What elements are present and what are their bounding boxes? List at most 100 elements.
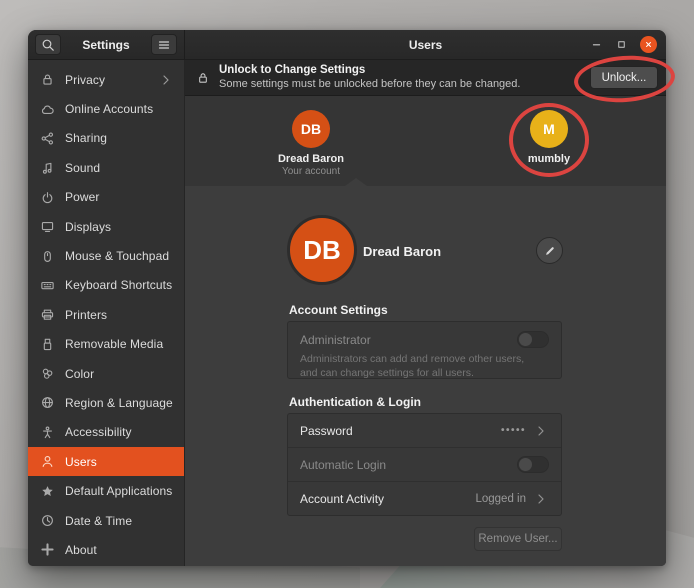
password-value: ••••• xyxy=(501,425,526,436)
sidebar-item-label: Displays xyxy=(65,220,174,234)
sidebar-item-label: Sharing xyxy=(65,131,174,145)
globe-icon xyxy=(40,395,55,410)
sidebar-item-label: Mouse & Touchpad xyxy=(65,249,174,263)
sidebar-item-privacy[interactable]: Privacy xyxy=(28,65,184,94)
chevron-right-icon xyxy=(533,491,549,507)
power-icon xyxy=(40,190,55,205)
sidebar-item-power[interactable]: Power xyxy=(28,183,184,212)
sidebar-item-label: Privacy xyxy=(65,73,148,87)
titlebar[interactable]: Settings Users xyxy=(28,30,666,60)
color-icon xyxy=(40,366,55,381)
sidebar-item-label: Power xyxy=(65,190,174,204)
accessibility-icon xyxy=(40,425,55,440)
edit-name-button[interactable] xyxy=(536,237,563,264)
unlock-banner-title: Unlock to Change Settings xyxy=(219,63,581,77)
sidebar-item-label: About xyxy=(65,543,174,557)
remove-user-button[interactable]: Remove User... xyxy=(474,527,562,551)
panel-header: Users xyxy=(185,30,666,59)
app-title: Settings xyxy=(82,38,129,52)
plus-icon xyxy=(40,542,55,557)
sidebar-item-color[interactable]: Color xyxy=(28,359,184,388)
carousel-user-mumbly[interactable]: M mumbly xyxy=(489,110,609,165)
user-detail: DB Dread Baron Account Settings Administ… xyxy=(185,186,666,566)
share-icon xyxy=(40,131,55,146)
automatic-login-toggle[interactable] xyxy=(517,456,549,473)
account-activity-value: Logged in xyxy=(475,493,526,505)
mouse-icon xyxy=(40,249,55,264)
password-label: Password xyxy=(300,424,353,438)
user-carousel: DB Dread Baron Your account M mumbly xyxy=(185,96,666,186)
account-activity-row[interactable]: Account Activity Logged in xyxy=(288,482,561,515)
sidebar-item-displays[interactable]: Displays xyxy=(28,212,184,241)
unlock-banner-subtitle: Some settings must be unlocked before th… xyxy=(219,78,581,92)
avatar: DB xyxy=(292,110,330,148)
search-icon xyxy=(40,37,56,53)
close-button[interactable] xyxy=(640,36,657,53)
sidebar-item-date-time[interactable]: Date & Time xyxy=(28,506,184,535)
sidebar-item-label: Region & Language xyxy=(65,396,174,410)
sidebar: Privacy Online Accounts Sharing Sound Power D… xyxy=(28,60,185,566)
sidebar-item-label: Online Accounts xyxy=(65,102,174,116)
star-icon xyxy=(40,484,55,499)
search-button[interactable] xyxy=(35,34,61,55)
carousel-user-dread-baron[interactable]: DB Dread Baron Your account xyxy=(251,110,371,177)
display-icon xyxy=(40,219,55,234)
sidebar-item-accessibility[interactable]: Accessibility xyxy=(28,418,184,447)
chevron-right-icon xyxy=(533,423,549,439)
sidebar-item-label: Keyboard Shortcuts xyxy=(65,278,174,292)
sidebar-item-sound[interactable]: Sound xyxy=(28,153,184,182)
sidebar-item-default-applications[interactable]: Default Applications xyxy=(28,476,184,505)
avatar: M xyxy=(530,110,568,148)
sidebar-item-about[interactable]: About xyxy=(28,535,184,564)
user-name: Dread Baron xyxy=(251,153,371,165)
sidebar-item-label: Color xyxy=(65,367,174,381)
sidebar-item-label: Removable Media xyxy=(65,337,174,351)
users-panel: Unlock to Change Settings Some settings … xyxy=(185,60,666,566)
profile-avatar[interactable]: DB xyxy=(287,215,357,285)
sidebar-item-label: Accessibility xyxy=(65,425,174,439)
sidebar-item-users[interactable]: Users xyxy=(28,447,184,476)
password-row[interactable]: Password ••••• xyxy=(288,414,561,448)
automatic-login-row: Automatic Login xyxy=(288,448,561,482)
automatic-login-label: Automatic Login xyxy=(300,458,386,472)
lock-icon xyxy=(40,72,55,87)
account-settings-card: Administrator Administrators can add and… xyxy=(287,321,562,379)
unlock-button[interactable]: Unlock... xyxy=(590,66,658,89)
clock-icon xyxy=(40,513,55,528)
profile-name: Dread Baron xyxy=(363,244,441,259)
minimize-button[interactable] xyxy=(590,39,602,51)
administrator-label: Administrator xyxy=(300,333,371,347)
pencil-icon xyxy=(544,245,556,257)
sidebar-item-label: Sound xyxy=(65,161,174,175)
hamburger-menu-icon xyxy=(156,37,172,53)
keyboard-icon xyxy=(40,278,55,293)
cloud-icon xyxy=(40,102,55,117)
sound-icon xyxy=(40,160,55,175)
sidebar-item-keyboard-shortcuts[interactable]: Keyboard Shortcuts xyxy=(28,271,184,300)
sidebar-item-sharing[interactable]: Sharing xyxy=(28,124,184,153)
user-icon xyxy=(40,454,55,469)
unlock-banner-text: Unlock to Change Settings Some settings … xyxy=(219,63,581,91)
sidebar-item-region-language[interactable]: Region & Language xyxy=(28,388,184,417)
unlock-banner: Unlock to Change Settings Some settings … xyxy=(185,60,666,96)
lock-icon xyxy=(196,71,210,85)
authentication-card: Password ••••• Automatic Login Accou xyxy=(287,413,562,516)
sidebar-item-printers[interactable]: Printers xyxy=(28,300,184,329)
menu-button[interactable] xyxy=(151,34,177,55)
printer-icon xyxy=(40,307,55,322)
close-icon xyxy=(644,40,653,49)
sidebar-item-label: Default Applications xyxy=(65,484,174,498)
carousel-caret xyxy=(345,178,367,186)
sidebar-item-label: Date & Time xyxy=(65,514,174,528)
administrator-toggle[interactable] xyxy=(517,331,549,348)
usb-icon xyxy=(40,337,55,352)
maximize-button[interactable] xyxy=(615,39,627,51)
sidebar-item-mouse-touchpad[interactable]: Mouse & Touchpad xyxy=(28,241,184,270)
sidebar-item-online-accounts[interactable]: Online Accounts xyxy=(28,94,184,123)
sidebar-item-removable-media[interactable]: Removable Media xyxy=(28,330,184,359)
administrator-description: Administrators can add and remove other … xyxy=(300,352,525,380)
maximize-icon xyxy=(616,39,627,50)
sidebar-item-label: Printers xyxy=(65,308,174,322)
chevron-right-icon xyxy=(158,72,174,88)
window-controls xyxy=(590,36,657,53)
